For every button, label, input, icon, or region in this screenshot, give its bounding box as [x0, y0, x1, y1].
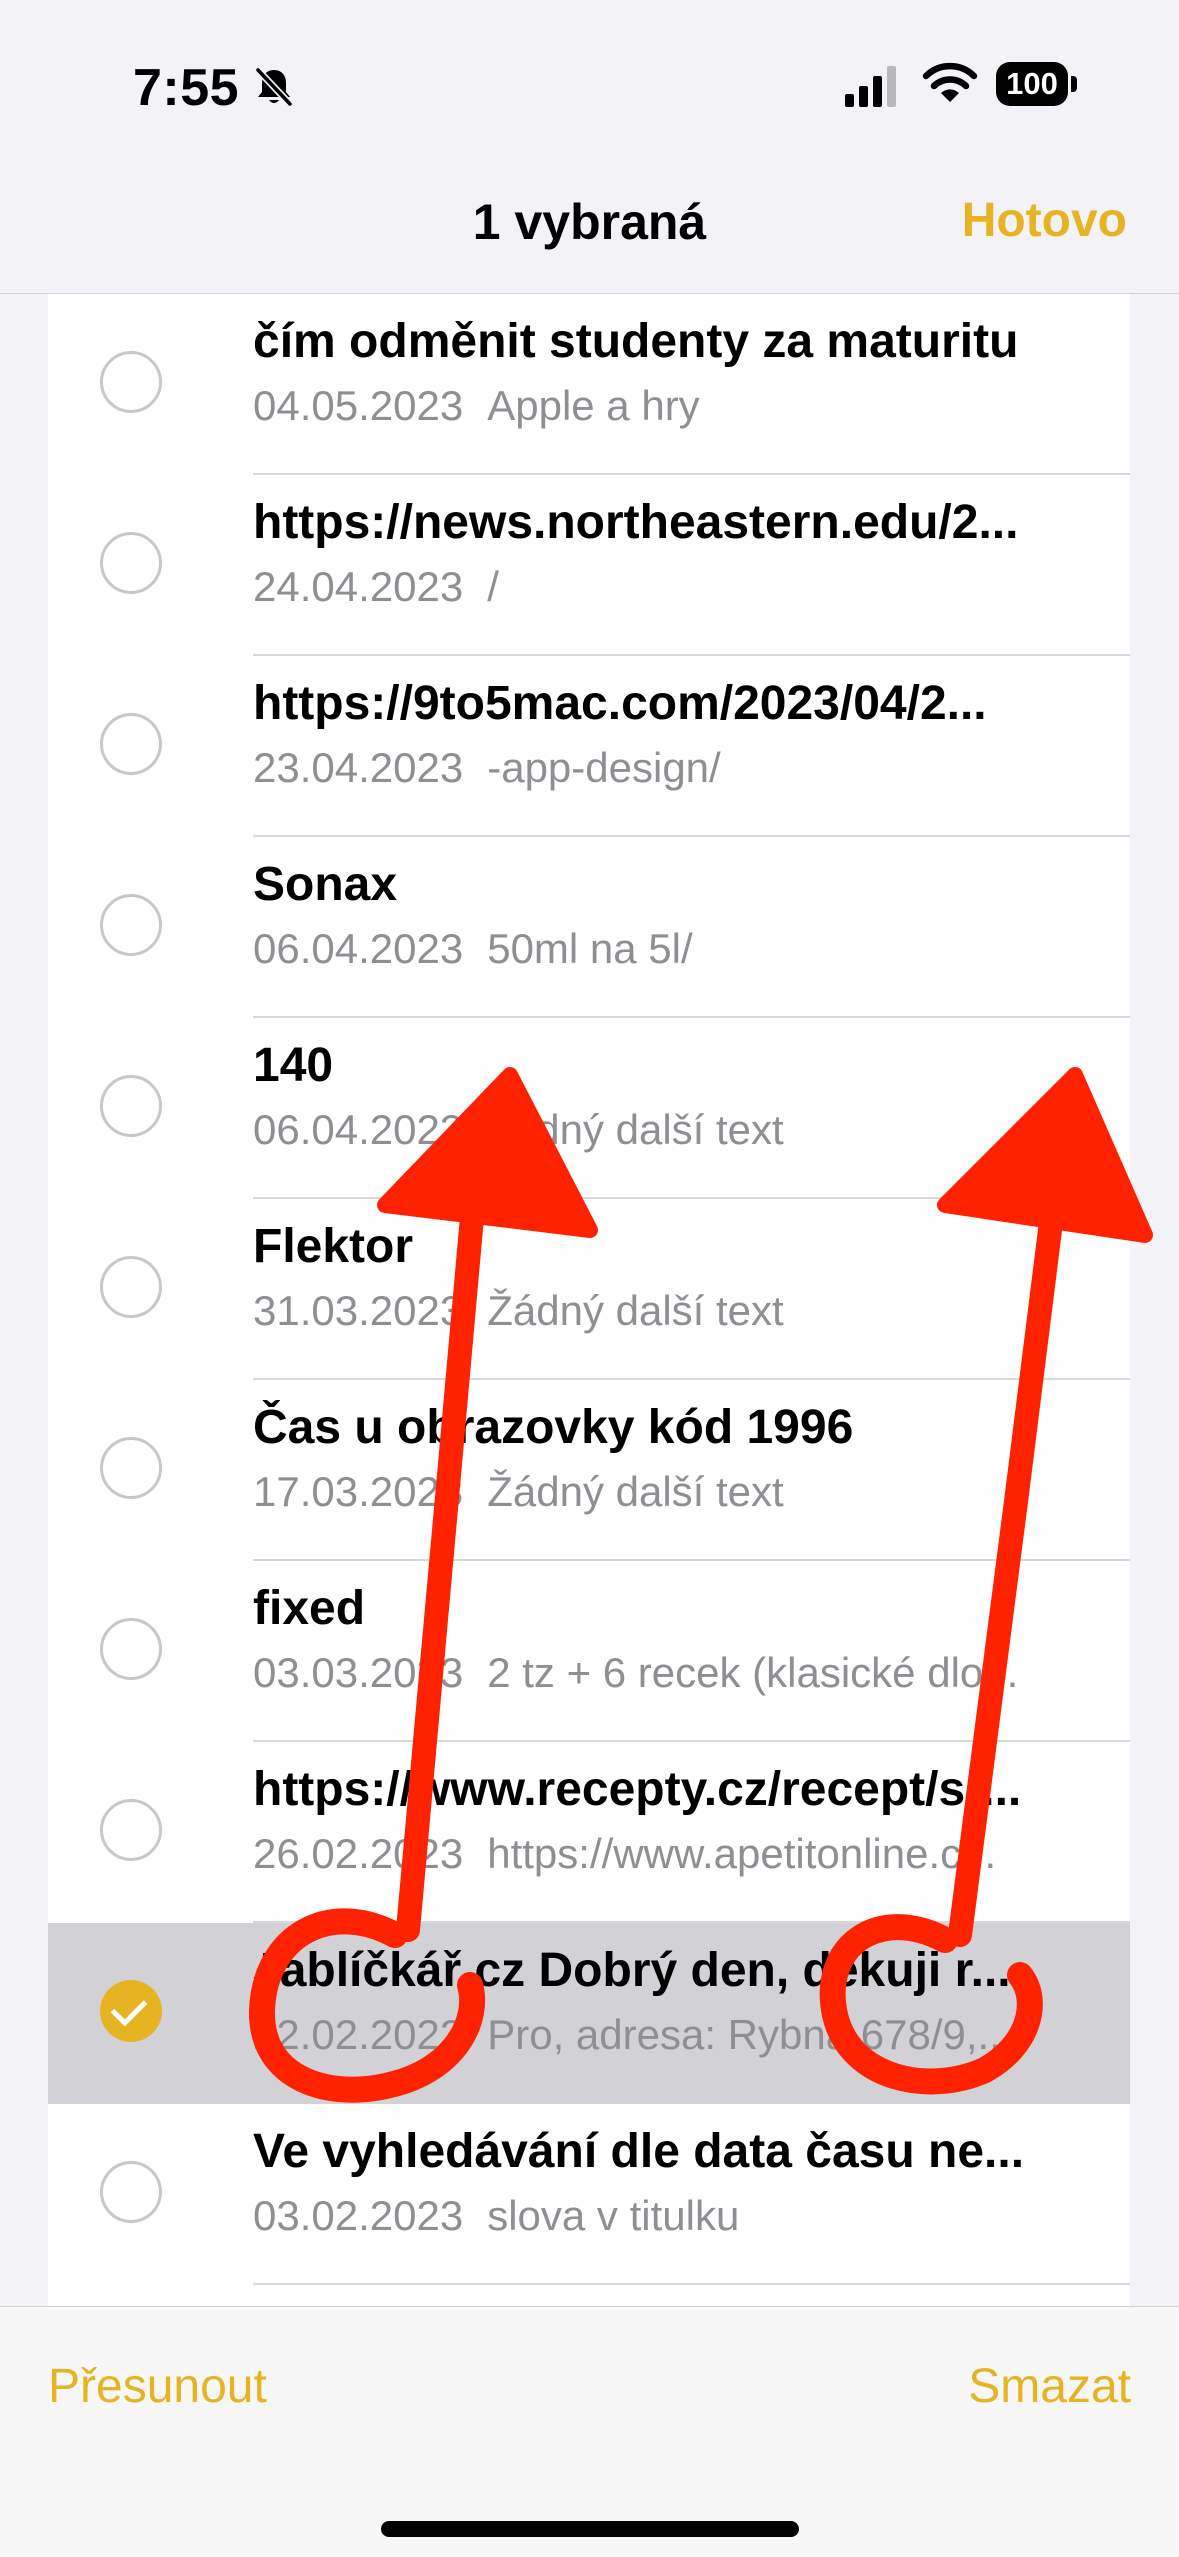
note-title: https://9to5mac.com/2023/04/2...: [253, 677, 987, 730]
battery-icon: 100: [996, 62, 1078, 108]
note-date: 23.04.2023: [253, 744, 464, 791]
note-preview: 50ml na 5l/: [487, 925, 693, 972]
note-row[interactable]: https://news.northeastern.edu/2... 24.04.…: [48, 475, 1130, 656]
note-subtitle: 17.03.2023 Žádný další text: [253, 1468, 1092, 1516]
note-date: 04.05.2023: [253, 382, 464, 429]
selection-circle-icon[interactable]: [100, 351, 162, 413]
status-time: 7:55: [133, 59, 240, 117]
note-preview: Apple a hry: [487, 382, 700, 429]
note-title: fixed: [253, 1582, 366, 1635]
delete-button[interactable]: Smazat: [968, 2359, 1131, 2414]
selection-circle-icon[interactable]: [100, 2161, 162, 2223]
note-row[interactable]: 140 06.04.2023 Žádný další text: [48, 1018, 1130, 1199]
note-preview: /: [487, 563, 499, 610]
note-date: 22.02.2023: [253, 2011, 464, 2058]
note-date: 17.03.2023: [253, 1468, 464, 1515]
navigation-bar: 1 vybraná Hotovo: [0, 175, 1179, 294]
note-subtitle: 06.04.2023 50ml na 5l/: [253, 925, 1092, 973]
note-subtitle: 03.03.2023 2 tz + 6 recek (klasické dlo..…: [253, 1649, 1092, 1697]
note-date: 06.04.2023: [253, 925, 464, 972]
note-title: čím odměnit studenty za maturitu: [253, 315, 1019, 368]
note-preview: Pro, adresa: Rybná 678/9,...: [487, 2011, 1013, 2058]
status-bar: 7:55 100: [0, 0, 1179, 175]
note-subtitle: 24.04.2023 /: [253, 563, 1092, 611]
note-row[interactable]: čím odměnit studenty za maturitu 04.05.20…: [48, 294, 1130, 475]
note-title: 140: [253, 1039, 334, 1092]
note-date: 03.02.2023: [253, 2192, 464, 2239]
note-row[interactable]: fixed 03.03.2023 2 tz + 6 recek (klasické …: [48, 1561, 1130, 1742]
note-subtitle: 06.04.2023 Žádný další text: [253, 1106, 1092, 1154]
note-row[interactable]: Flektor 31.03.2023 Žádný další text: [48, 1199, 1130, 1380]
note-title: Flektor: [253, 1220, 414, 1273]
note-preview: slova v titulku: [487, 2192, 740, 2239]
note-date: 06.04.2023: [253, 1106, 464, 1153]
note-date: 24.04.2023: [253, 563, 464, 610]
note-subtitle: 26.02.2023 https://www.apetitonline.c...: [253, 1830, 1092, 1878]
note-subtitle: 03.02.2023 slova v titulku: [253, 2192, 1092, 2240]
selection-circle-icon[interactable]: [100, 1075, 162, 1137]
selection-circle-icon[interactable]: [100, 532, 162, 594]
note-preview: https://www.apetitonline.c...: [487, 1830, 997, 1877]
note-title: https://www.recepty.cz/recept/sr...: [253, 1763, 1022, 1816]
note-row[interactable]: Jablíčkář.cz Dobrý den, děkuji r... 22.02…: [48, 1923, 1130, 2104]
note-date: 26.02.2023: [253, 1830, 464, 1877]
note-row[interactable]: https://www.recepty.cz/recept/sr... 26.02…: [48, 1742, 1130, 1923]
notes-list: čím odměnit studenty za maturitu 04.05.20…: [48, 294, 1130, 2306]
note-preview: -app-design/: [487, 744, 721, 791]
selection-circle-icon[interactable]: [100, 1799, 162, 1861]
note-preview: Žádný další text: [487, 1468, 784, 1515]
note-date: 03.03.2023: [253, 1649, 464, 1696]
note-title: Čas u obrazovky kód 1996: [253, 1401, 854, 1454]
wifi-icon: [922, 62, 978, 102]
done-button[interactable]: Hotovo: [962, 193, 1127, 248]
note-subtitle: 22.02.2023 Pro, adresa: Rybná 678/9,...: [253, 2011, 1092, 2059]
selection-circle-icon[interactable]: [100, 1437, 162, 1499]
selection-circle-icon[interactable]: [100, 1256, 162, 1318]
note-row[interactable]: Ve vyhledávání dle data času ne... 03.02.…: [48, 2104, 1130, 2285]
note-preview: Žádný další text: [487, 1106, 784, 1153]
note-date: 31.03.2023: [253, 1287, 464, 1334]
note-row[interactable]: Sonax 06.04.2023 50ml na 5l/: [48, 837, 1130, 1018]
selection-circle-icon[interactable]: [100, 894, 162, 956]
selection-circle-icon[interactable]: [100, 713, 162, 775]
note-subtitle: 31.03.2023 Žádný další text: [253, 1287, 1092, 1335]
note-subtitle: 23.04.2023 -app-design/: [253, 744, 1092, 792]
bottom-toolbar: Přesunout Smazat: [0, 2306, 1179, 2557]
selection-circle-icon[interactable]: [100, 1618, 162, 1680]
home-indicator[interactable]: [381, 2521, 799, 2537]
note-title: https://news.northeastern.edu/2...: [253, 496, 1019, 549]
move-button[interactable]: Přesunout: [48, 2359, 267, 2414]
note-row[interactable]: Čas u obrazovky kód 1996 17.03.2023 Žádný …: [48, 1380, 1130, 1561]
checkmark-circle-icon[interactable]: [100, 1980, 162, 2042]
battery-level: 100: [1006, 66, 1058, 101]
note-title: Sonax: [253, 858, 398, 911]
row-divider: [253, 2283, 1130, 2285]
note-preview: Žádný další text: [487, 1287, 784, 1334]
bell-slash-icon: [255, 67, 293, 107]
cellular-signal-icon: [845, 66, 896, 107]
note-subtitle: 04.05.2023 Apple a hry: [253, 382, 1092, 430]
note-title: Ve vyhledávání dle data času ne...: [253, 2125, 1025, 2178]
note-row[interactable]: https://9to5mac.com/2023/04/2... 23.04.20…: [48, 656, 1130, 837]
note-preview: 2 tz + 6 recek (klasické dlo...: [487, 1649, 1019, 1696]
note-title: Jablíčkář.cz Dobrý den, děkuji r...: [253, 1944, 1011, 1997]
